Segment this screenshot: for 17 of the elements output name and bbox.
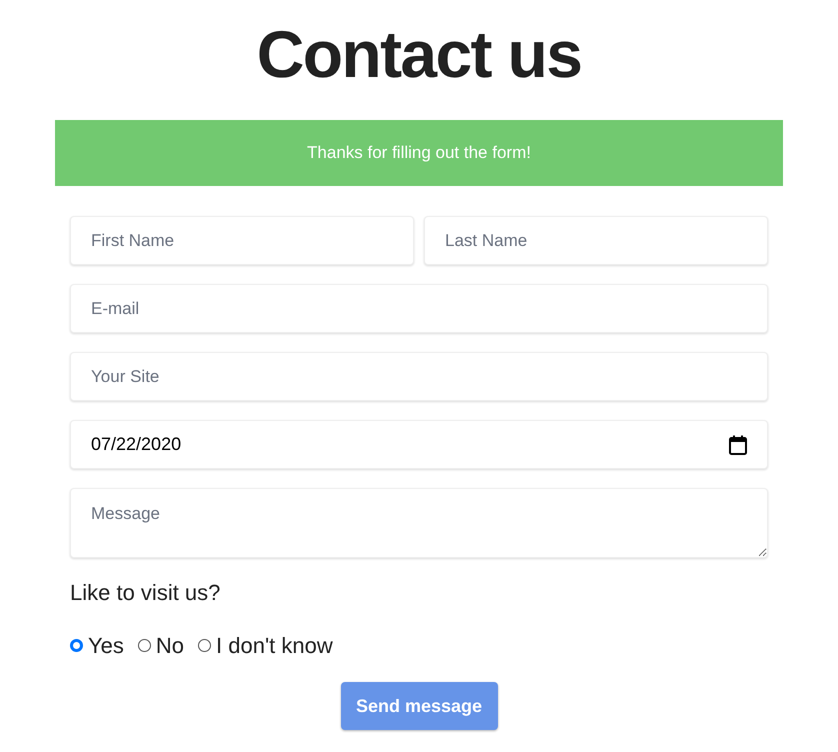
calendar-icon[interactable] <box>729 434 747 454</box>
radio-button[interactable] <box>198 639 212 652</box>
date-field[interactable]: 07/22/2020 <box>70 420 768 469</box>
message-field[interactable]: Message <box>70 488 768 558</box>
text-field[interactable]: E-mail <box>70 284 768 333</box>
page-title: Contact us <box>256 16 582 93</box>
date-value: 07/22/2020 <box>91 433 182 456</box>
question-label: Like to visit us? <box>70 579 222 607</box>
text-field[interactable]: Your Site <box>70 352 768 401</box>
radio-option[interactable]: Yes <box>70 629 124 662</box>
radio-button[interactable] <box>138 639 151 652</box>
text-field[interactable]: First Name <box>70 216 414 265</box>
text-field[interactable]: Last Name <box>424 216 768 265</box>
alert-text: Thanks for filling out the form! <box>307 142 531 164</box>
radio-button[interactable] <box>70 639 83 652</box>
radio-option[interactable]: I don't know <box>198 629 333 662</box>
radio-option[interactable]: No <box>138 629 184 662</box>
